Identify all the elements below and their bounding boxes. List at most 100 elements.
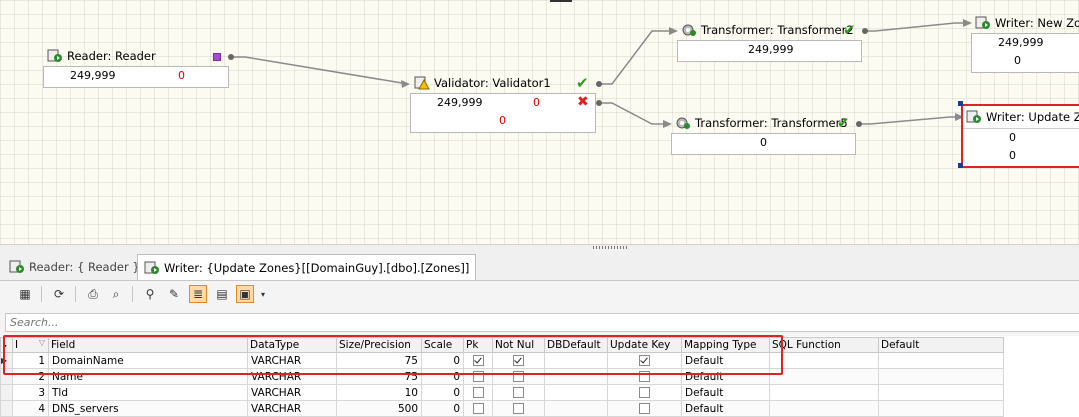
grid-layout-icon[interactable]: ▤ [213, 285, 231, 303]
cell-mapping-type[interactable]: Default [681, 368, 770, 385]
table-row[interactable]: 3 Tld VARCHAR 10 0 Default [0, 384, 1004, 401]
column-header-scale[interactable]: Scale [421, 337, 464, 353]
checkbox[interactable] [513, 355, 524, 366]
cell-default[interactable] [878, 400, 1004, 417]
checkbox[interactable] [639, 403, 650, 414]
node-reader[interactable]: Reader: Reader 249,999 0 [43, 49, 229, 88]
cell-datatype[interactable]: VARCHAR [247, 384, 337, 401]
cell-datatype[interactable]: VARCHAR [247, 368, 337, 385]
node-writer-update-zones[interactable]: Writer: Update Zon 0 0 [961, 104, 1079, 168]
find-binoculars-icon[interactable]: ⚲ [141, 285, 159, 303]
checkbox-cell-pk[interactable] [463, 400, 493, 417]
reader-output-port[interactable] [228, 54, 234, 60]
cell-sql-function[interactable] [769, 400, 879, 417]
cell-default[interactable] [878, 352, 1004, 369]
cell-datatype[interactable]: VARCHAR [247, 352, 337, 369]
cell-field[interactable]: Name [48, 368, 248, 385]
column-header-default[interactable]: Default [878, 337, 1004, 353]
checkbox[interactable] [513, 403, 524, 414]
clear-filter-brush-icon[interactable]: ✎ [165, 285, 183, 303]
cell-dbdefault[interactable] [544, 400, 608, 417]
cell-sql-function[interactable] [769, 384, 879, 401]
cell-field[interactable]: DomainName [48, 352, 248, 369]
row-indicator-header[interactable]: ▸ [0, 337, 13, 353]
column-header-notnull[interactable]: Not Nul [492, 337, 545, 353]
cell-field[interactable]: DNS_servers [48, 400, 248, 417]
checkbox[interactable] [513, 371, 524, 382]
column-header-field[interactable]: Field [48, 337, 248, 353]
column-header-pk[interactable]: Pk [463, 337, 493, 353]
refresh-icon[interactable]: ⟳ [50, 285, 68, 303]
checkbox[interactable] [472, 403, 484, 414]
tab-reader[interactable]: Reader: { Reader } [3, 256, 146, 278]
cell-dbdefault[interactable] [544, 384, 608, 401]
column-header-datatype[interactable]: DataType [247, 337, 337, 353]
print-icon[interactable]: ⎙ [84, 285, 102, 303]
checkbox-cell-notnull[interactable] [492, 368, 545, 385]
node-transformer5[interactable]: Transformer: Transformer5 0 [671, 116, 856, 155]
column-header-mapping-type[interactable]: Mapping Type [681, 337, 770, 353]
cell-size[interactable]: 75 [336, 368, 422, 385]
tab-writer-update-zones[interactable]: Writer: {Update Zones}[[DomainGuy].[dbo]… [137, 254, 477, 280]
node-writer-new-zone[interactable]: Writer: New Zone 249,999 0 [971, 16, 1079, 73]
table-row[interactable]: ▶ 1 DomainName VARCHAR 75 0 Default [0, 352, 1004, 369]
cell-field[interactable]: Tld [48, 384, 248, 401]
dataflow-canvas[interactable]: Reader: Reader 249,999 0 Validator: Vali… [0, 0, 1079, 244]
cell-size[interactable]: 75 [336, 352, 422, 369]
checkbox-cell-updatekey[interactable] [607, 352, 682, 369]
column-view-icon[interactable]: ≣ [189, 285, 207, 303]
table-row[interactable]: 4 DNS_servers VARCHAR 500 0 Default [0, 400, 1004, 417]
node-validator[interactable]: Validator: Validator1 249,999 0 0 [410, 76, 596, 133]
transformer5-output-port[interactable] [856, 121, 862, 127]
row-indicator[interactable] [0, 384, 13, 401]
column-header-sql-function[interactable]: SQL Function [769, 337, 879, 353]
transformer2-output-port[interactable] [862, 28, 868, 34]
node-transformer2[interactable]: Transformer: Transformer2 249,999 [677, 23, 862, 62]
checkbox-cell-notnull[interactable] [492, 400, 545, 417]
column-header-size[interactable]: Size/Precision [336, 337, 422, 353]
row-indicator[interactable] [0, 400, 13, 417]
cell-dbdefault[interactable] [544, 368, 608, 385]
column-header-updatekey[interactable]: Update Key [607, 337, 682, 353]
checkbox-cell-updatekey[interactable] [607, 368, 682, 385]
export-icon[interactable]: ▣ [236, 285, 254, 303]
toolbar-overflow-chevron-icon[interactable]: ▾ [258, 285, 268, 303]
checkbox[interactable] [639, 355, 650, 366]
cell-default[interactable] [878, 368, 1004, 385]
checkbox-cell-updatekey[interactable] [607, 384, 682, 401]
cell-scale[interactable]: 0 [421, 384, 464, 401]
checkbox[interactable] [472, 355, 484, 366]
cell-sql-function[interactable] [769, 368, 879, 385]
column-header-index[interactable]: I ▽ [12, 337, 49, 353]
row-indicator[interactable] [0, 368, 13, 385]
cell-sql-function[interactable] [769, 352, 879, 369]
cell-scale[interactable]: 0 [421, 368, 464, 385]
checkbox-cell-pk[interactable] [463, 352, 493, 369]
selection-handle[interactable] [958, 163, 963, 168]
checkbox[interactable] [472, 387, 484, 398]
checkbox[interactable] [513, 387, 524, 398]
cell-size[interactable]: 10 [336, 384, 422, 401]
table-row[interactable]: 2 Name VARCHAR 75 0 Default [0, 368, 1004, 385]
print-preview-icon[interactable]: ⌕ [107, 285, 125, 303]
checkbox-cell-pk[interactable] [463, 368, 493, 385]
checkbox[interactable] [639, 387, 650, 398]
cell-size[interactable]: 500 [336, 400, 422, 417]
row-indicator[interactable]: ▶ [0, 352, 13, 369]
cell-datatype[interactable]: VARCHAR [247, 400, 337, 417]
checkbox[interactable] [639, 371, 650, 382]
validator-invalid-port[interactable] [596, 100, 602, 106]
cell-mapping-type[interactable]: Default [681, 352, 770, 369]
checkbox-cell-notnull[interactable] [492, 352, 545, 369]
checkbox[interactable] [472, 371, 484, 382]
cell-scale[interactable]: 0 [421, 352, 464, 369]
column-header-dbdefault[interactable]: DBDefault [544, 337, 608, 353]
selection-handle[interactable] [958, 101, 963, 106]
validator-valid-port[interactable] [596, 81, 602, 87]
splitter-grip[interactable] [593, 246, 629, 249]
checkbox-cell-pk[interactable] [463, 384, 493, 401]
cell-default[interactable] [878, 384, 1004, 401]
cell-dbdefault[interactable] [544, 352, 608, 369]
properties-icon[interactable]: ▦ [16, 285, 34, 303]
search-input[interactable] [5, 313, 1079, 332]
